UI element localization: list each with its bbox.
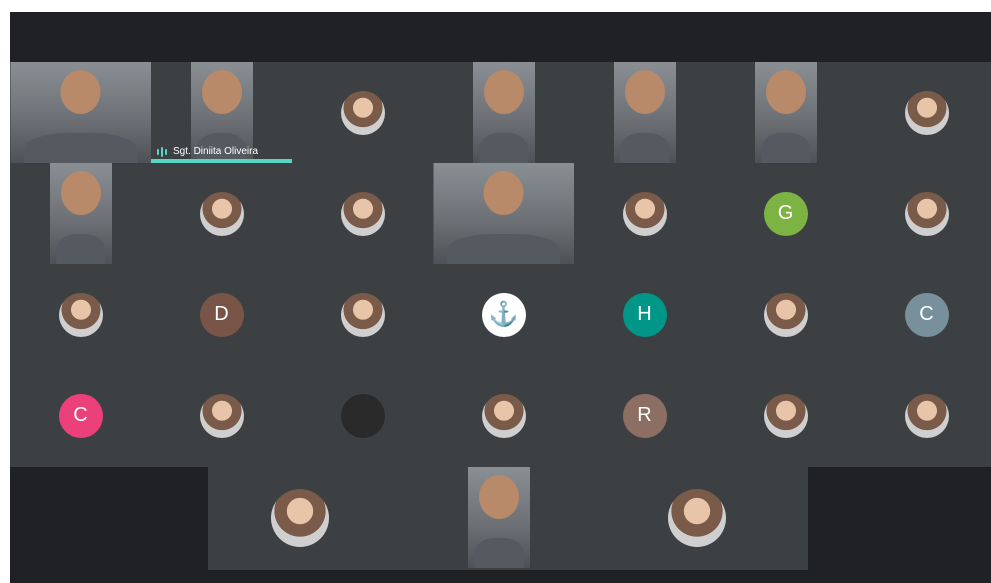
participant-video-5 <box>613 62 676 163</box>
participant-tile[interactable] <box>292 365 433 466</box>
participant-tile[interactable] <box>715 62 856 163</box>
participant-avatar-19: H <box>622 292 667 337</box>
participant-tile[interactable] <box>715 264 856 365</box>
participant-shoulders <box>478 132 529 163</box>
participant-tile[interactable] <box>151 163 292 264</box>
participant-face <box>60 171 101 216</box>
participant-tile[interactable] <box>574 163 715 264</box>
participant-avatar-10 <box>340 191 385 236</box>
anchor-icon: ⚓ <box>481 292 526 337</box>
participant-tile[interactable] <box>856 365 991 466</box>
participant-avatar-20 <box>763 292 808 337</box>
participant-face <box>201 70 242 115</box>
participant-tile[interactable] <box>856 62 991 163</box>
participant-avatar-27 <box>763 393 808 438</box>
participant-tile[interactable] <box>292 62 433 163</box>
participant-tile[interactable]: H <box>574 264 715 365</box>
participant-video-1 <box>10 62 151 163</box>
participant-tile[interactable]: ⚓ <box>433 264 574 365</box>
participant-tile[interactable] <box>433 62 574 163</box>
participant-avatar-26: R <box>622 393 667 438</box>
participant-tile[interactable]: G <box>715 163 856 264</box>
participant-avatar-13: G <box>763 191 808 236</box>
participant-tile[interactable] <box>574 62 715 163</box>
speaker-name: Sgt. Diniita Oliveira <box>173 146 259 157</box>
participant-video-11 <box>433 163 574 264</box>
participant-tile[interactable] <box>468 467 530 568</box>
participant-avatar-12 <box>622 191 667 236</box>
participant-shoulders <box>55 233 106 264</box>
participant-avatar-9 <box>199 191 244 236</box>
participant-face <box>624 70 665 115</box>
participant-avatar-16: D <box>199 292 244 337</box>
participant-face <box>60 70 101 115</box>
participant-shoulders <box>474 537 524 568</box>
participant-tile[interactable]: D <box>151 264 292 365</box>
participant-tile[interactable] <box>10 62 151 163</box>
participant-avatar-22: C <box>58 393 103 438</box>
participant-avatar-21: C <box>904 292 949 337</box>
participant-tile[interactable] <box>433 365 574 466</box>
participant-video-6 <box>754 62 817 163</box>
participant-tile[interactable] <box>715 365 856 466</box>
participant-shoulders <box>619 132 670 163</box>
participant-avatar-31 <box>668 488 726 547</box>
participant-avatar-29 <box>271 488 329 547</box>
participant-avatar-3 <box>340 90 385 135</box>
participant-face <box>483 171 524 216</box>
participant-video-4 <box>472 62 535 163</box>
participant-face <box>765 70 806 115</box>
participant-tile[interactable]: Sgt. Diniita Oliveira <box>151 62 292 163</box>
audio-activity-icon <box>157 146 167 157</box>
participant-avatar-7 <box>904 90 949 135</box>
participant-face <box>483 70 524 115</box>
participant-tile[interactable] <box>433 163 574 264</box>
participant-shoulders <box>447 233 560 264</box>
participant-tile[interactable] <box>151 365 292 466</box>
participant-video-30 <box>468 467 530 568</box>
participant-tile[interactable] <box>10 264 151 365</box>
participant-tile[interactable]: R <box>574 365 715 466</box>
participant-tile[interactable] <box>270 467 330 568</box>
participant-avatar-23 <box>199 393 244 438</box>
meeting-window: Sgt. Diniita Oliveira G D ⚓ H C C R <box>10 12 991 583</box>
participant-tile[interactable]: C <box>10 365 151 466</box>
participant-avatar-14 <box>904 191 949 236</box>
participant-tile[interactable] <box>667 467 727 568</box>
participant-video-8 <box>49 163 112 264</box>
participant-face <box>479 475 519 520</box>
participant-avatar-28 <box>904 393 949 438</box>
participant-avatar-15 <box>58 292 103 337</box>
participant-avatar-17 <box>340 292 385 337</box>
participant-avatar-24 <box>340 393 385 438</box>
speaker-name-label: Sgt. Diniita Oliveira <box>157 146 258 157</box>
participant-tile[interactable] <box>292 264 433 365</box>
participant-shoulders <box>24 132 137 163</box>
participant-shoulders <box>760 132 811 163</box>
participant-tile[interactable] <box>292 163 433 264</box>
participant-tile[interactable] <box>856 163 991 264</box>
participant-tile[interactable] <box>10 163 151 264</box>
participant-avatar-25 <box>481 393 526 438</box>
participant-tile[interactable]: C <box>856 264 991 365</box>
